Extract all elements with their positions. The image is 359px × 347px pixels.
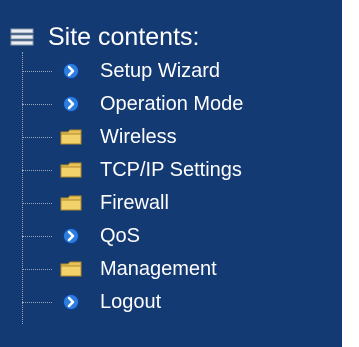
menu-item-logout[interactable]: Logout <box>22 287 161 317</box>
tree-root-icon <box>10 27 36 47</box>
tree-branch <box>22 301 52 303</box>
tree-branch <box>22 103 52 105</box>
menu-item-wireless[interactable]: Wireless <box>22 122 177 152</box>
menu-item-tcpip-settings[interactable]: TCP/IP Settings <box>22 155 242 185</box>
menu-item-operation-mode[interactable]: Operation Mode <box>22 89 243 119</box>
arrow-icon <box>60 95 82 113</box>
menu-item-label[interactable]: Operation Mode <box>100 89 243 119</box>
site-contents-header: Site contents: <box>10 20 199 54</box>
folder-icon <box>60 260 82 278</box>
site-contents-panel: Site contents: Setup Wizard Operation Mo… <box>0 0 342 347</box>
folder-icon <box>60 128 82 146</box>
menu-item-label[interactable]: Setup Wizard <box>100 56 220 86</box>
menu-item-label[interactable]: Firewall <box>100 188 169 218</box>
menu-item-label[interactable]: Logout <box>100 287 161 317</box>
tree-branch <box>22 136 52 138</box>
tree-branch <box>22 268 52 270</box>
menu-item-label[interactable]: TCP/IP Settings <box>100 155 242 185</box>
menu-item-firewall[interactable]: Firewall <box>22 188 169 218</box>
folder-icon <box>60 194 82 212</box>
menu-item-label[interactable]: QoS <box>100 221 140 251</box>
menu-item-label[interactable]: Management <box>100 254 217 284</box>
arrow-icon <box>60 293 82 311</box>
tree-branch <box>22 169 52 171</box>
menu-item-label[interactable]: Wireless <box>100 122 177 152</box>
tree-branch <box>22 202 52 204</box>
menu-item-qos[interactable]: QoS <box>22 221 140 251</box>
arrow-icon <box>60 227 82 245</box>
folder-icon <box>60 161 82 179</box>
tree-branch <box>22 235 52 237</box>
site-contents-title: Site contents: <box>48 23 200 51</box>
arrow-icon <box>60 62 82 80</box>
menu-item-setup-wizard[interactable]: Setup Wizard <box>22 56 220 86</box>
menu-item-management[interactable]: Management <box>22 254 217 284</box>
tree-branch <box>22 70 52 72</box>
